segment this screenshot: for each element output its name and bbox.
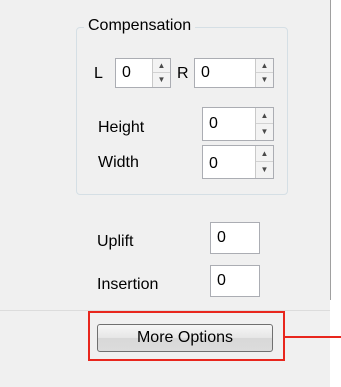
height-spinner[interactable]: 0 ▲ ▼ bbox=[202, 107, 274, 141]
width-spinner[interactable]: 0 ▲ ▼ bbox=[202, 145, 274, 179]
right-label: R bbox=[177, 65, 189, 82]
spin-down-icon[interactable]: ▼ bbox=[153, 73, 170, 87]
height-label: Height bbox=[98, 119, 145, 136]
width-value[interactable]: 0 bbox=[209, 154, 218, 174]
spin-down-icon[interactable]: ▼ bbox=[256, 162, 273, 178]
width-label: Width bbox=[98, 154, 139, 171]
compensation-title: Compensation bbox=[84, 16, 196, 36]
height-value[interactable]: 0 bbox=[209, 114, 218, 134]
uplift-input[interactable]: 0 bbox=[210, 222, 260, 254]
height-spin-buttons: ▲ ▼ bbox=[255, 108, 273, 140]
insertion-label: Insertion bbox=[97, 276, 159, 293]
left-value[interactable]: 0 bbox=[122, 63, 131, 83]
more-options-button[interactable]: More Options bbox=[97, 324, 273, 352]
right-spin-buttons: ▲ ▼ bbox=[255, 59, 273, 87]
uplift-label: Uplift bbox=[97, 233, 134, 250]
spin-up-icon[interactable]: ▲ bbox=[153, 59, 170, 73]
width-spin-buttons: ▲ ▼ bbox=[255, 146, 273, 178]
spin-up-icon[interactable]: ▲ bbox=[256, 146, 273, 162]
insertion-value[interactable]: 0 bbox=[217, 271, 226, 291]
spin-up-icon[interactable]: ▲ bbox=[256, 59, 273, 73]
right-spinner[interactable]: 0 ▲ ▼ bbox=[194, 58, 274, 88]
left-label: L bbox=[94, 65, 103, 82]
insertion-input[interactable]: 0 bbox=[210, 265, 260, 297]
right-value[interactable]: 0 bbox=[201, 63, 210, 83]
left-spin-buttons: ▲ ▼ bbox=[152, 59, 170, 87]
spin-up-icon[interactable]: ▲ bbox=[256, 108, 273, 124]
left-spinner[interactable]: 0 ▲ ▼ bbox=[115, 58, 171, 88]
uplift-value[interactable]: 0 bbox=[217, 228, 226, 248]
spin-down-icon[interactable]: ▼ bbox=[256, 124, 273, 140]
callout-line bbox=[285, 336, 341, 338]
panel-border bbox=[330, 0, 331, 300]
spin-down-icon[interactable]: ▼ bbox=[256, 73, 273, 87]
